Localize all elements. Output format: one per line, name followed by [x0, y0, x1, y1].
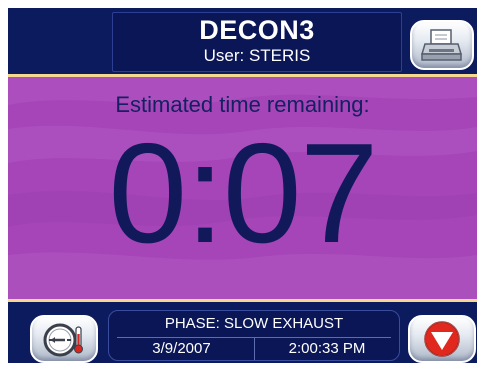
gauge-button[interactable]: [30, 315, 98, 363]
header-bar: DECON3 User: STERIS: [8, 8, 477, 74]
decon-screen: DECON3 User: STERIS Estimated time remai…: [8, 8, 477, 363]
user-label: User: STERIS: [203, 46, 311, 65]
stop-button[interactable]: [408, 315, 476, 363]
title-panel: DECON3 User: STERIS: [112, 12, 402, 72]
printer-icon: [420, 29, 463, 61]
date-display: 3/9/2007: [152, 340, 211, 357]
phase-status: PHASE: SLOW EXHAUST: [164, 315, 344, 332]
stop-triangle-icon: [424, 321, 460, 357]
print-button[interactable]: [410, 20, 474, 70]
status-panel: PHASE: SLOW EXHAUST 3/9/2007 2:00:33 PM: [108, 310, 400, 361]
time-display: 2:00:33 PM: [288, 340, 366, 357]
thermometer-gauge-icon: [43, 323, 83, 357]
main-panel: Estimated time remaining: 0:07: [8, 77, 477, 299]
countdown-timer: 0:07: [108, 114, 378, 273]
app-title: DECON3: [199, 15, 315, 45]
